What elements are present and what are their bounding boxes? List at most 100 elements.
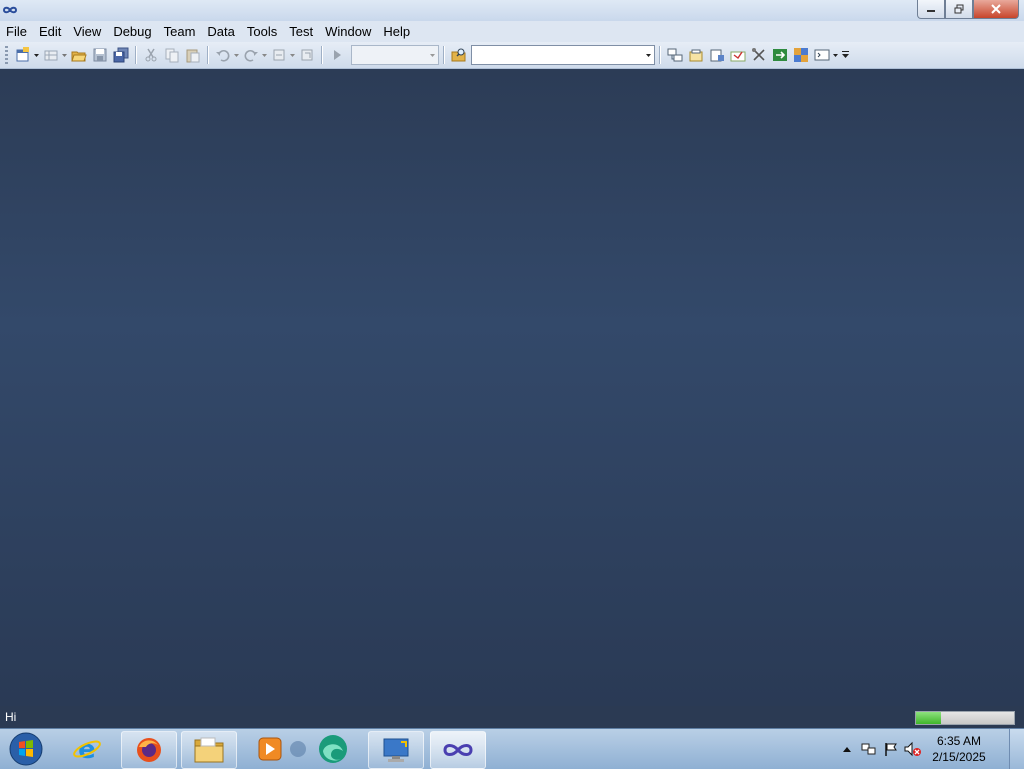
- navigate-backward-button[interactable]: [268, 45, 289, 65]
- menu-file[interactable]: File: [0, 21, 33, 42]
- show-desktop-button[interactable]: [1009, 729, 1024, 769]
- taskbar-file-explorer[interactable]: [181, 731, 237, 769]
- chevron-down-icon: [234, 53, 239, 57]
- play-icon: [333, 50, 341, 60]
- redo-dropdown[interactable]: [261, 45, 268, 65]
- flag-icon: [885, 743, 897, 756]
- chevron-up-icon: [843, 746, 851, 752]
- copy-button[interactable]: [161, 45, 182, 65]
- properties-window-button[interactable]: [685, 45, 706, 65]
- speaker-muted-icon: [904, 741, 921, 757]
- start-button[interactable]: [6, 730, 46, 768]
- show-hidden-icons-button[interactable]: [836, 738, 858, 760]
- start-page-icon: [772, 49, 787, 61]
- menu-data[interactable]: Data: [201, 21, 240, 42]
- taskbar-remote-desktop[interactable]: [368, 731, 424, 769]
- toolbar-separator: [443, 46, 444, 64]
- clock-date: 2/15/2025: [932, 750, 986, 764]
- object-browser-icon: [710, 49, 724, 62]
- system-tray: 6:35 AM 2/15/2025: [836, 729, 994, 769]
- command-window-dropdown[interactable]: [832, 45, 839, 65]
- navigate-backward-dropdown[interactable]: [289, 45, 296, 65]
- solution-explorer-icon: [667, 48, 682, 62]
- chevron-down-icon: [833, 53, 838, 57]
- menu-bar: File Edit View Debug Team Data Tools Tes…: [0, 21, 1024, 42]
- menu-team[interactable]: Team: [158, 21, 202, 42]
- action-center-button[interactable]: [880, 738, 902, 760]
- network-tray-button[interactable]: [858, 738, 880, 760]
- paste-button[interactable]: [182, 45, 203, 65]
- taskbar-clock[interactable]: 6:35 AM 2/15/2025: [924, 733, 994, 765]
- add-item-icon: [44, 50, 57, 61]
- menu-debug[interactable]: Debug: [107, 21, 157, 42]
- command-window-button[interactable]: [811, 45, 832, 65]
- minimize-icon: [927, 10, 935, 12]
- undo-button[interactable]: [212, 45, 233, 65]
- volume-button[interactable]: [902, 738, 924, 760]
- menu-edit[interactable]: Edit: [33, 21, 67, 42]
- new-project-dropdown[interactable]: [33, 45, 40, 65]
- editor-workspace[interactable]: [0, 69, 1024, 706]
- solution-explorer-button[interactable]: [664, 45, 685, 65]
- menu-window[interactable]: Window: [319, 21, 377, 42]
- status-progress-bar: [915, 711, 1015, 725]
- menu-test[interactable]: Test: [283, 21, 319, 42]
- toolbar-grip[interactable]: [5, 46, 8, 64]
- minimize-button[interactable]: [917, 0, 945, 19]
- svg-text:e: e: [78, 735, 96, 764]
- status-bar: Hi: [0, 706, 1024, 728]
- save-button[interactable]: [89, 45, 110, 65]
- toolbox-button[interactable]: [727, 45, 748, 65]
- undo-dropdown[interactable]: [233, 45, 240, 65]
- network-icon: [861, 743, 876, 755]
- object-browser-button[interactable]: [706, 45, 727, 65]
- taskbar-edge[interactable]: [306, 731, 360, 767]
- standard-toolbar: [0, 42, 1024, 69]
- add-item-dropdown[interactable]: [61, 45, 68, 65]
- cut-icon: [145, 48, 156, 62]
- toolbar-separator: [321, 46, 322, 64]
- properties-icon: [689, 49, 702, 62]
- toolbar-separator: [659, 46, 660, 64]
- class-view-button[interactable]: [790, 45, 811, 65]
- save-icon: [93, 48, 106, 62]
- toolbar-overflow-icon: [841, 51, 849, 58]
- window-controls: [917, 0, 1019, 19]
- redo-icon: [244, 50, 258, 62]
- edge-icon: [319, 735, 347, 763]
- clock-time: 6:35 AM: [936, 734, 982, 748]
- new-project-icon: [16, 47, 29, 62]
- wrench-icon: [751, 48, 765, 61]
- new-project-button[interactable]: [12, 45, 33, 65]
- find-in-files-button[interactable]: [448, 45, 469, 65]
- chevron-down-icon: [290, 53, 295, 57]
- save-all-button[interactable]: [110, 45, 131, 65]
- cut-button[interactable]: [140, 45, 161, 65]
- undo-icon: [215, 50, 229, 62]
- taskbar-firefox[interactable]: [121, 731, 177, 769]
- restore-button[interactable]: [945, 0, 973, 19]
- find-combo[interactable]: [471, 45, 655, 65]
- chevron-down-icon: [262, 53, 267, 57]
- menu-view[interactable]: View: [67, 21, 107, 42]
- solution-configurations-combo[interactable]: [351, 45, 439, 65]
- command-window-icon: [814, 49, 829, 61]
- menu-help[interactable]: Help: [377, 21, 416, 42]
- toolbox-icon: [730, 51, 745, 62]
- navigate-forward-button[interactable]: [296, 45, 317, 65]
- taskbar-visual-studio[interactable]: [430, 731, 486, 769]
- paste-icon: [186, 49, 199, 63]
- tools-button[interactable]: [748, 45, 769, 65]
- title-bar: [0, 0, 1024, 21]
- start-debugging-button[interactable]: [326, 45, 347, 65]
- redo-button[interactable]: [240, 45, 261, 65]
- firefox-icon: [137, 738, 161, 762]
- menu-tools[interactable]: Tools: [241, 21, 283, 42]
- close-button[interactable]: [973, 0, 1019, 19]
- toolbar-options-button[interactable]: [839, 45, 851, 65]
- taskbar-internet-explorer[interactable]: e: [60, 731, 114, 767]
- open-file-button[interactable]: [68, 45, 89, 65]
- add-item-button[interactable]: [40, 45, 61, 65]
- visual-studio-icon[interactable]: [2, 3, 18, 17]
- start-page-button[interactable]: [769, 45, 790, 65]
